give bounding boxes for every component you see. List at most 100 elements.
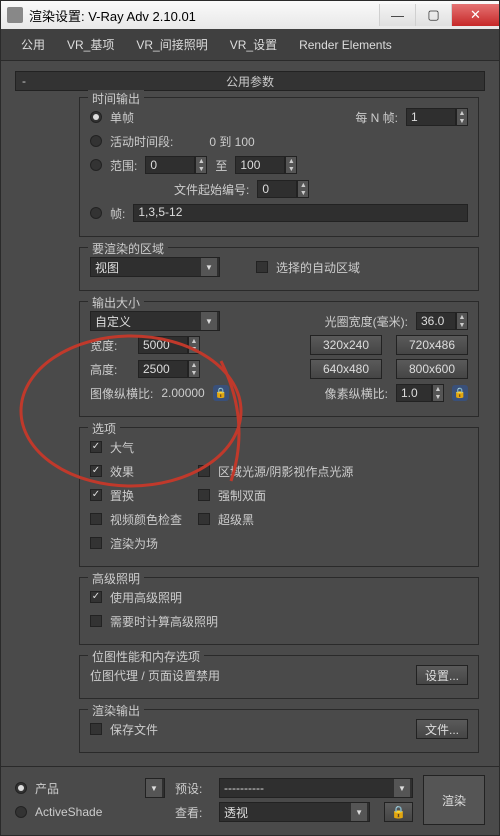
- window-title: 渲染设置: V-Ray Adv 2.10.01: [29, 6, 379, 25]
- tab-vr-gi[interactable]: VR_间接照明: [134, 32, 209, 57]
- label-rtf: 渲染为场: [110, 535, 158, 552]
- label-activeshade: ActiveShade: [35, 805, 102, 819]
- label-pixel-aspect: 像素纵横比:: [325, 385, 388, 402]
- rollup-title: 公用参数: [226, 73, 274, 90]
- check-superblack[interactable]: [198, 513, 210, 525]
- lock-view-button[interactable]: 🔒: [384, 802, 413, 822]
- spinner-range-to[interactable]: ▲▼: [285, 156, 297, 174]
- label-effects: 效果: [110, 463, 190, 480]
- input-width[interactable]: 5000: [138, 336, 188, 354]
- label-save-file: 保存文件: [110, 721, 158, 738]
- group-options: 选项 大气 效果 区域光源/阴影视作点光源 置换 强制双面 视频颜色检查: [79, 427, 479, 567]
- dropdown-product[interactable]: ▼: [145, 778, 165, 798]
- check-atmo[interactable]: [90, 441, 102, 453]
- preset-640x480[interactable]: 640x480: [310, 359, 382, 379]
- input-range-to[interactable]: 100: [235, 156, 285, 174]
- label-arealight: 区域光源/阴影视作点光源: [218, 463, 353, 480]
- check-auto-area[interactable]: [256, 261, 268, 273]
- check-use-advlight[interactable]: [90, 591, 102, 603]
- render-button[interactable]: 渲染: [423, 775, 485, 825]
- check-effects[interactable]: [90, 465, 102, 477]
- label-aperture: 光圈宽度(毫米):: [325, 313, 408, 330]
- chevron-down-icon: ▼: [351, 803, 367, 821]
- input-height[interactable]: 2500: [138, 360, 188, 378]
- tab-vr-settings[interactable]: VR_设置: [228, 32, 279, 57]
- close-button[interactable]: ✕: [451, 4, 499, 26]
- lock-aspect-icon[interactable]: 🔒: [213, 385, 229, 401]
- group-render-output: 渲染输出 保存文件 文件...: [79, 709, 479, 753]
- label-superblack: 超级黑: [218, 511, 254, 528]
- spinner-file-start[interactable]: ▲▼: [297, 180, 309, 198]
- legend-bitmap: 位图性能和内存选项: [88, 648, 204, 665]
- input-frames[interactable]: 1,3,5-12: [133, 204, 468, 222]
- legend-output: 输出大小: [88, 294, 144, 311]
- check-arealight[interactable]: [198, 465, 210, 477]
- input-every-n[interactable]: 1: [406, 108, 456, 126]
- group-bitmap: 位图性能和内存选项 位图代理 / 页面设置禁用 设置...: [79, 655, 479, 699]
- chevron-down-icon: ▼: [394, 779, 410, 797]
- label-preset: 预设:: [175, 780, 211, 797]
- label-auto-area: 选择的自动区域: [276, 259, 360, 276]
- spinner-width[interactable]: ▲▼: [188, 336, 200, 354]
- tab-vr-base[interactable]: VR_基项: [65, 32, 116, 57]
- radio-active-segment[interactable]: [90, 135, 102, 147]
- preset-800x600[interactable]: 800x600: [396, 359, 468, 379]
- radio-single-frame[interactable]: [90, 111, 102, 123]
- label-view: 查看:: [175, 804, 211, 821]
- dropdown-output-preset[interactable]: 自定义 ▼: [90, 311, 220, 331]
- file-button[interactable]: 文件...: [416, 719, 468, 739]
- titlebar: 渲染设置: V-Ray Adv 2.10.01 — ▢ ✕: [1, 1, 499, 29]
- input-range-from[interactable]: 0: [145, 156, 195, 174]
- label-to: 至: [215, 157, 227, 174]
- tab-common[interactable]: 公用: [19, 32, 47, 57]
- content-area: - 公用参数 时间输出 单帧 每 N 帧: 1▲▼ 活动时间段: 0 到 100…: [1, 61, 499, 766]
- input-aperture[interactable]: 36.0: [416, 312, 456, 330]
- label-height: 高度:: [90, 361, 130, 378]
- spinner-every-n[interactable]: ▲▼: [456, 108, 468, 126]
- check-videocolor[interactable]: [90, 513, 102, 525]
- label-active-range: 0 到 100: [209, 133, 254, 150]
- group-advlight: 高级照明 使用高级照明 需要时计算高级照明: [79, 577, 479, 645]
- spinner-aperture[interactable]: ▲▼: [456, 312, 468, 330]
- maximize-button[interactable]: ▢: [415, 4, 451, 26]
- check-rtf[interactable]: [90, 537, 102, 549]
- lock-pixel-aspect-icon[interactable]: 🔒: [452, 385, 468, 401]
- spinner-height[interactable]: ▲▼: [188, 360, 200, 378]
- dropdown-area[interactable]: 视图 ▼: [90, 257, 220, 277]
- check-compute-advlight[interactable]: [90, 615, 102, 627]
- check-save-file[interactable]: [90, 723, 102, 735]
- group-render-area: 要渲染的区域 视图 ▼ 选择的自动区域: [79, 247, 479, 291]
- check-displace[interactable]: [90, 489, 102, 501]
- spinner-range-from[interactable]: ▲▼: [195, 156, 207, 174]
- dropdown-view[interactable]: 透视 ▼: [219, 802, 370, 822]
- tab-bar: 公用 VR_基项 VR_间接照明 VR_设置 Render Elements: [1, 29, 499, 61]
- dropdown-preset[interactable]: ---------- ▼: [219, 778, 413, 798]
- radio-frames[interactable]: [90, 207, 102, 219]
- group-output-size: 输出大小 自定义 ▼ 光圈宽度(毫米): 36.0▲▼ 宽度: 5000▲▼ 3…: [79, 301, 479, 417]
- input-pixel-aspect[interactable]: 1.0: [396, 384, 432, 402]
- minimize-button[interactable]: —: [379, 4, 415, 26]
- legend-options: 选项: [88, 420, 120, 437]
- tab-render-elements[interactable]: Render Elements: [297, 34, 394, 56]
- dropdown-output-value: 自定义: [95, 313, 131, 330]
- label-image-aspect: 图像纵横比:: [90, 385, 153, 402]
- input-file-start[interactable]: 0: [257, 180, 297, 198]
- label-videocolor: 视频颜色检查: [110, 511, 190, 528]
- dropdown-area-value: 视图: [95, 259, 119, 276]
- preset-720x486[interactable]: 720x486: [396, 335, 468, 355]
- dropdown-preset-value: ----------: [224, 781, 264, 795]
- radio-product[interactable]: [15, 782, 27, 794]
- rollup-common-params[interactable]: - 公用参数: [15, 71, 485, 91]
- label-file-start: 文件起始编号:: [174, 181, 249, 198]
- label-product: 产品: [35, 780, 59, 797]
- bitmap-setup-button[interactable]: 设置...: [416, 665, 468, 685]
- label-compute-advlight: 需要时计算高级照明: [110, 613, 218, 630]
- radio-activeshade[interactable]: [15, 806, 27, 818]
- app-icon: [7, 7, 23, 23]
- label-use-advlight: 使用高级照明: [110, 589, 182, 606]
- preset-320x240[interactable]: 320x240: [310, 335, 382, 355]
- check-force2side[interactable]: [198, 489, 210, 501]
- radio-range[interactable]: [90, 159, 102, 171]
- value-image-aspect: 2.00000: [161, 386, 204, 400]
- spinner-pixel-aspect[interactable]: ▲▼: [432, 384, 444, 402]
